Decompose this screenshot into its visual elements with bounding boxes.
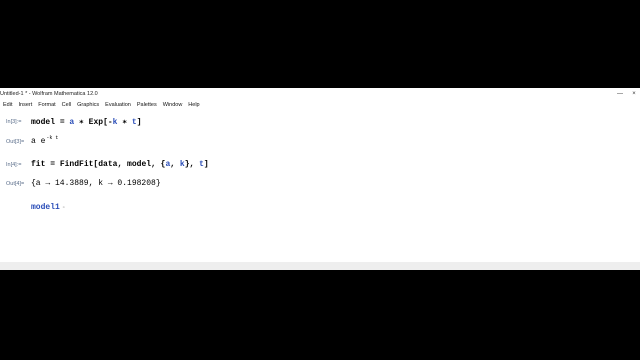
in-label-3: In[3]:= — [6, 119, 22, 125]
input-cell-4[interactable]: fit = FindFit[data, model, {a, k}, t] — [31, 160, 209, 169]
token: model1 — [31, 203, 60, 212]
out-label-4: Out[4]= — [6, 181, 25, 187]
token: ] — [136, 118, 142, 127]
token: }, — [184, 160, 200, 169]
token: fit — [31, 160, 46, 169]
token: FindFit — [59, 160, 94, 169]
menu-help[interactable]: Help — [188, 100, 199, 110]
token: , { — [151, 160, 166, 169]
token: = — [45, 160, 60, 169]
out-label-3: Out[3]= — [6, 139, 25, 145]
menu-evaluation[interactable]: Evaluation — [105, 100, 131, 110]
menu-insert[interactable]: Insert — [18, 100, 32, 110]
token: , — [170, 160, 180, 169]
token: = — [55, 118, 70, 127]
output-exponent: -k t — [46, 135, 59, 141]
token: ∗ — [117, 118, 132, 127]
notebook-area[interactable]: In[3]:= model = a ∗ Exp[-k ∗ t] Out[3]= … — [0, 110, 640, 262]
mathematica-window: Untitled-1 * - Wolfram Mathematica 12.0 … — [0, 88, 640, 270]
status-strip — [0, 262, 640, 270]
token: ] — [203, 160, 209, 169]
window-title: Untitled-1 * - Wolfram Mathematica 12.0 — [0, 91, 98, 97]
token: ∗ — [74, 118, 89, 127]
token: [- — [103, 118, 113, 127]
menu-format[interactable]: Format — [38, 100, 55, 110]
token: model — [31, 118, 56, 127]
output-base: a e — [31, 137, 46, 146]
output-cell-4: {a → 14.3889, k → 0.198208} — [31, 179, 161, 188]
close-icon[interactable]: × — [628, 88, 640, 100]
token: Exp — [88, 118, 104, 127]
input-cell-3[interactable]: model = a ∗ Exp[-k ∗ t] — [31, 117, 142, 127]
input-cell-current[interactable]: model1 ▫ — [31, 203, 65, 212]
output-cell-3: a e-k t — [31, 135, 59, 146]
menu-window[interactable]: Window — [163, 100, 183, 110]
cursor-icon: ▫ — [61, 204, 66, 211]
in-label-4: In[4]:= — [6, 162, 22, 168]
title-bar[interactable]: Untitled-1 * - Wolfram Mathematica 12.0 … — [0, 88, 640, 100]
menu-bar: Edit Insert Format Cell Graphics Evaluat… — [0, 100, 640, 110]
menu-palettes[interactable]: Palettes — [137, 100, 157, 110]
menu-edit[interactable]: Edit — [3, 100, 12, 110]
token: data — [98, 160, 118, 169]
menu-cell[interactable]: Cell — [62, 100, 71, 110]
token: , — [117, 160, 128, 169]
minimize-icon[interactable]: — — [614, 88, 626, 100]
token: model — [127, 160, 152, 169]
menu-graphics[interactable]: Graphics — [77, 100, 99, 110]
